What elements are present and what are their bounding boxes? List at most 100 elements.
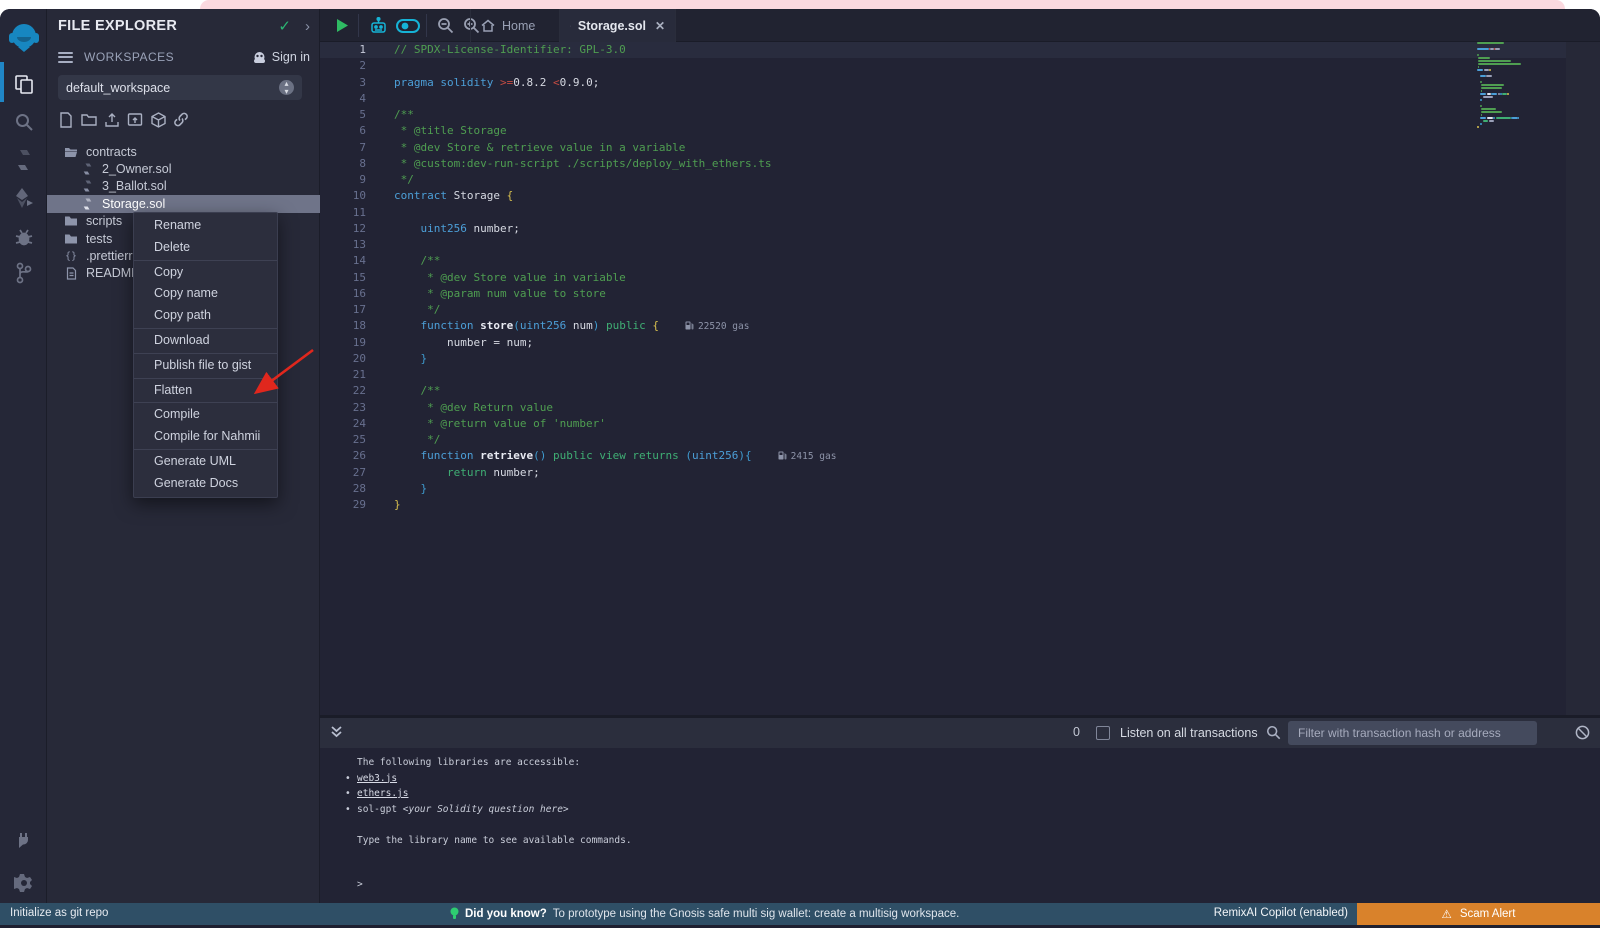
workspaces-menu-icon[interactable]: [58, 49, 73, 65]
terminal-library-line: •web3.js: [320, 771, 1600, 787]
plugin-manager-icon[interactable]: [0, 823, 47, 857]
code-line-1: 1// SPDX-License-Identifier: GPL-3.0: [320, 42, 1600, 58]
terminal-hint-line: Type the library name to see available c…: [320, 833, 1600, 849]
menu-item-download[interactable]: Download: [134, 330, 277, 352]
init-git-repo-button[interactable]: Initialize as git repo: [10, 907, 108, 919]
upload-files-icon[interactable]: [104, 112, 120, 130]
new-file-icon[interactable]: [58, 112, 74, 130]
menu-item-flatten[interactable]: Flatten: [134, 380, 277, 402]
panel-collapse-chevron-icon[interactable]: ›: [305, 18, 310, 35]
code-line-6: 6 * @title Storage: [320, 123, 1600, 139]
menu-item-copy-name[interactable]: Copy name: [134, 283, 277, 305]
line-number: 29: [320, 497, 382, 513]
code-line-18: 18 function store(uint256 num) public {2…: [320, 318, 1600, 334]
line-number: 1: [320, 42, 382, 58]
tab-home[interactable]: Home: [470, 9, 560, 42]
import-from-url-icon[interactable]: [173, 112, 189, 130]
terminal-collapse-icon[interactable]: [330, 725, 343, 744]
terminal-output[interactable]: The following libraries are accessible:•…: [320, 748, 1600, 903]
menu-item-generate-uml[interactable]: Generate UML: [134, 451, 277, 473]
copilot-status[interactable]: RemixAI Copilot (enabled): [1214, 907, 1348, 919]
menu-item-compile-for-nahmii[interactable]: Compile for Nahmii: [134, 426, 277, 448]
file-explorer-icon[interactable]: [0, 67, 47, 101]
terminal-search-icon[interactable]: [1266, 725, 1281, 745]
menu-item-delete[interactable]: Delete: [134, 237, 277, 259]
menu-item-copy[interactable]: Copy: [134, 262, 277, 284]
editor-minimap[interactable]: [1477, 42, 1537, 129]
library-web3-js[interactable]: web3.js: [357, 773, 397, 784]
line-number: 25: [320, 432, 382, 448]
workspace-selector-icon[interactable]: ▴▾: [279, 80, 294, 95]
tree-item-label: contracts: [86, 145, 137, 159]
run-script-play-button[interactable]: [328, 9, 356, 42]
tab-storage-sol[interactable]: Storage.sol ✕: [560, 9, 676, 42]
menu-item-publish-file-to-gist[interactable]: Publish file to gist: [134, 355, 277, 377]
workspace-select[interactable]: default_workspace ▴▾: [58, 75, 302, 100]
code-line-16: 16 * @param num value to store: [320, 286, 1600, 302]
solidity-icon: [570, 19, 571, 33]
file-context-menu: RenameDelete CopyCopy nameCopy path Downlo…: [133, 212, 278, 498]
sol-icon: [80, 180, 94, 192]
menu-separator: [134, 328, 277, 329]
copilot-toggle[interactable]: [392, 9, 424, 42]
code-editor[interactable]: 1// SPDX-License-Identifier: GPL-3.023pr…: [320, 42, 1600, 715]
line-number: 7: [320, 140, 382, 156]
tree-item-3-ballot-sol[interactable]: 3_Ballot.sol: [47, 178, 320, 195]
menu-separator: [134, 449, 277, 450]
status-bar: Initialize as git repo Did you know? To …: [0, 903, 1600, 925]
clear-console-icon[interactable]: [1575, 725, 1590, 745]
menu-item-copy-path[interactable]: Copy path: [134, 305, 277, 327]
tree-item-label: 2_Owner.sol: [102, 162, 171, 176]
menu-item-generate-docs[interactable]: Generate Docs: [134, 473, 277, 495]
new-folder-icon[interactable]: [81, 112, 97, 130]
scam-alert-button[interactable]: ⚠ Scam Alert: [1357, 903, 1600, 925]
zoom-out-icon[interactable]: [432, 9, 458, 42]
menu-item-rename[interactable]: Rename: [134, 215, 277, 237]
transaction-filter-input[interactable]: [1288, 721, 1537, 745]
code-line-2: 2: [320, 58, 1600, 74]
solidity-compiler-icon[interactable]: [0, 143, 47, 177]
tree-item-storage-sol[interactable]: Storage.sol: [47, 195, 320, 212]
line-number: 4: [320, 91, 382, 107]
listen-transactions-checkbox[interactable]: [1096, 726, 1110, 740]
close-tab-icon[interactable]: ✕: [655, 19, 665, 33]
code-line-19: 19 number = num;: [320, 335, 1600, 351]
deploy-and-run-icon[interactable]: [0, 181, 47, 215]
panel-header: FILE EXPLORER ✓ ›: [58, 15, 310, 37]
menu-separator: [134, 378, 277, 379]
file-explorer-toolbar: [58, 112, 189, 130]
explorer-check-icon[interactable]: ✓: [278, 17, 291, 35]
line-number: 14: [320, 253, 382, 269]
line-number: 5: [320, 107, 382, 123]
tree-item-2-owner-sol[interactable]: 2_Owner.sol: [47, 160, 320, 177]
line-number: 11: [320, 205, 382, 221]
settings-gear-icon[interactable]: [0, 865, 47, 899]
panel-title: FILE EXPLORER: [58, 18, 278, 34]
search-icon[interactable]: [0, 105, 47, 139]
tree-item-label: 3_Ballot.sol: [102, 179, 167, 193]
tree-item-contracts[interactable]: contracts: [47, 143, 320, 160]
upload-folder-icon[interactable]: [127, 112, 143, 130]
line-number: 17: [320, 302, 382, 318]
code-line-29: 29}: [320, 497, 1600, 513]
workspaces-label: WORKSPACES: [84, 50, 252, 64]
debugger-icon[interactable]: [0, 220, 47, 254]
tree-item-label: tests: [86, 232, 112, 246]
git-icon[interactable]: [0, 256, 47, 290]
line-number: 3: [320, 75, 382, 91]
line-number: 16: [320, 286, 382, 302]
code-line-9: 9 */: [320, 172, 1600, 188]
code-line-22: 22 /**: [320, 383, 1600, 399]
editor-scrollbar[interactable]: [1566, 42, 1600, 715]
terminal-prompt[interactable]: >: [330, 877, 363, 893]
menu-item-compile[interactable]: Compile: [134, 404, 277, 426]
sign-in-button[interactable]: Sign in: [252, 50, 310, 64]
line-number: 28: [320, 481, 382, 497]
tree-item-label: scripts: [86, 214, 122, 228]
terminal-lines: The following libraries are accessible:•…: [320, 755, 1600, 848]
remix-logo-icon[interactable]: [0, 19, 47, 57]
ai-copilot-robot-icon[interactable]: [364, 9, 392, 42]
code-line-23: 23 * @dev Return value: [320, 400, 1600, 416]
import-from-ipfs-icon[interactable]: [150, 112, 166, 130]
library-ethers-js[interactable]: ethers.js: [357, 788, 408, 799]
